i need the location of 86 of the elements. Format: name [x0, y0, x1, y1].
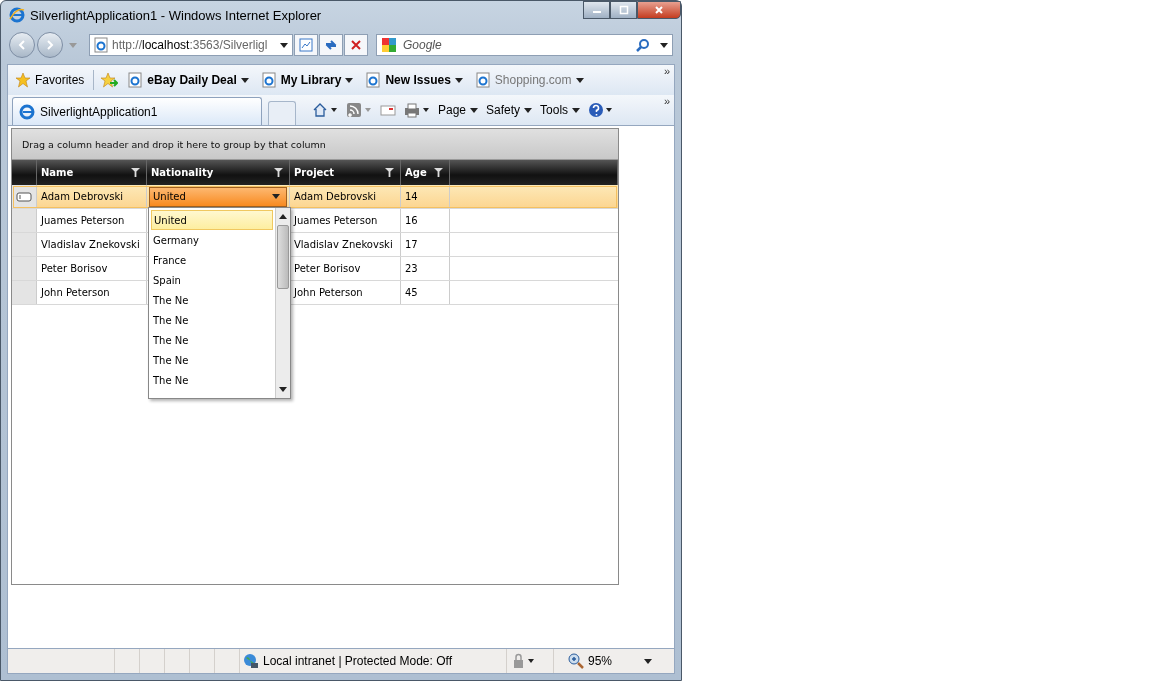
refresh-icon — [324, 38, 338, 52]
zoom-button[interactable]: 95% — [554, 649, 674, 673]
maximize-icon — [618, 5, 629, 15]
dropdown-option[interactable]: The Ne — [151, 350, 273, 370]
page-icon — [260, 72, 277, 88]
page-icon — [127, 72, 144, 88]
more-chevron[interactable]: » — [663, 65, 670, 77]
filter-icon[interactable] — [385, 168, 394, 177]
search-icon[interactable] — [636, 38, 650, 52]
back-button[interactable] — [9, 32, 35, 58]
dropdown-option[interactable]: United — [151, 210, 273, 230]
filter-icon[interactable] — [434, 168, 443, 177]
menu-button[interactable]: Safety — [486, 103, 533, 117]
caret-icon — [240, 77, 249, 83]
nationality-dropdown[interactable]: United — [149, 186, 287, 207]
mail-icon[interactable] — [380, 102, 396, 118]
close-icon — [654, 5, 664, 15]
minimize-button[interactable] — [583, 1, 610, 19]
table-cell: 45 — [401, 281, 450, 304]
ie-logo-icon — [9, 7, 25, 23]
caret-icon — [470, 107, 479, 113]
caret-icon — [345, 77, 354, 83]
table-cell: 14 — [401, 185, 450, 208]
favorite-link[interactable]: New Issues — [362, 70, 466, 90]
dropdown-option[interactable]: The Ne — [151, 310, 273, 330]
caret-icon — [524, 107, 533, 113]
page-icon — [474, 72, 491, 88]
compatibility-button[interactable] — [294, 34, 318, 56]
caret-icon[interactable] — [280, 42, 288, 48]
row-edit-icon — [16, 191, 32, 202]
grid-row[interactable]: Adam Debrovski United Adam Debrovski 14 — [12, 185, 618, 209]
search-field[interactable]: Google — [376, 34, 673, 56]
favorite-link[interactable]: eBay Daily Deal — [124, 70, 252, 90]
scrollbar[interactable] — [275, 208, 290, 398]
window-title: SilverlightApplication1 - Windows Internet Explorer — [30, 7, 323, 23]
caret-icon[interactable] — [660, 42, 668, 48]
globe-icon — [243, 653, 259, 669]
down-arrow-icon[interactable] — [279, 387, 287, 392]
feed-icon[interactable] — [346, 102, 372, 118]
add-favorite-icon[interactable] — [100, 72, 119, 88]
page-icon — [365, 72, 382, 88]
table-cell: John Peterson — [37, 281, 147, 304]
page-icon — [94, 37, 108, 53]
caret-icon — [644, 658, 653, 664]
table-cell: Juames Peterson — [37, 209, 147, 232]
ie-logo-icon — [19, 103, 35, 120]
dropdown-option[interactable]: The Ne — [151, 330, 273, 350]
group-hint: Drag a column header and drop it here to group by that column — [22, 138, 326, 150]
filter-icon[interactable] — [131, 168, 140, 177]
menu-button[interactable]: Page — [438, 103, 479, 117]
google-logo-icon — [381, 37, 397, 53]
table-cell: 17 — [401, 233, 450, 256]
chart-page-icon — [299, 38, 313, 52]
forward-button[interactable] — [37, 32, 63, 58]
home-icon[interactable] — [312, 102, 338, 118]
table-cell: 16 — [401, 209, 450, 232]
print-icon[interactable] — [404, 102, 430, 118]
star-icon — [15, 72, 31, 88]
refresh-button[interactable] — [319, 34, 343, 56]
dropdown-option[interactable]: Germany — [151, 230, 273, 250]
stop-button[interactable] — [344, 34, 368, 56]
close-button[interactable] — [637, 1, 681, 19]
help-icon[interactable] — [588, 102, 615, 118]
table-cell: Vladislav Znekovski — [37, 233, 147, 256]
caret-icon — [454, 77, 463, 83]
scrollbar-thumb[interactable] — [277, 225, 289, 289]
security-zone-text: Local intranet | Protected Mode: Off — [263, 654, 452, 668]
dropdown-option[interactable]: The Ne — [151, 370, 273, 390]
table-cell: 23 — [401, 257, 450, 280]
favorite-link[interactable]: Shopping.com — [471, 70, 587, 90]
menu-button[interactable]: Tools — [540, 103, 581, 117]
caret-icon — [575, 77, 584, 83]
up-arrow-icon[interactable] — [279, 214, 287, 219]
magnifier-icon — [568, 653, 584, 669]
caret-icon — [572, 107, 581, 113]
stop-icon — [349, 38, 363, 52]
table-cell: Adam Debrovski — [37, 185, 147, 208]
table-cell: Peter Borisov — [37, 257, 147, 280]
filter-icon[interactable] — [274, 168, 283, 177]
more-chevron[interactable]: » — [663, 95, 670, 107]
favorites-button[interactable]: Favorites — [12, 70, 88, 90]
caret-icon — [272, 194, 280, 199]
maximize-button[interactable] — [610, 1, 637, 19]
address-field[interactable]: http://localhost:3563/Silverligl — [89, 34, 293, 56]
favorite-link[interactable]: My Library — [257, 70, 357, 90]
browser-tab[interactable]: SilverlightApplication1 — [12, 97, 262, 125]
